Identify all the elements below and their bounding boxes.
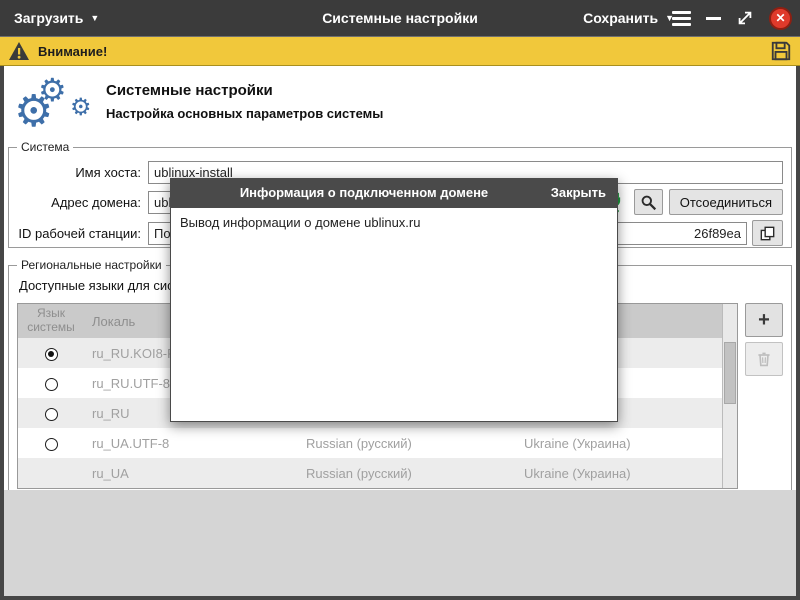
- language-cell: Russian (русский): [298, 428, 516, 458]
- table-side-buttons: +: [745, 303, 783, 376]
- copy-button[interactable]: [752, 220, 783, 246]
- regional-legend: Региональные настройки: [17, 258, 166, 272]
- table-row[interactable]: ru_UA Russian (русский) Ukraine (Украина…: [18, 458, 722, 488]
- station-id-value-end: 26f89ea: [694, 226, 741, 241]
- system-language-radio[interactable]: [45, 408, 58, 421]
- station-id-label: ID рабочей станции:: [17, 226, 141, 241]
- system-language-radio[interactable]: [45, 348, 58, 361]
- country-cell: Ukraine (Украина): [516, 458, 722, 488]
- load-menu-label: Загрузить: [14, 10, 83, 26]
- system-language-radio[interactable]: [45, 378, 58, 391]
- dialog-titlebar[interactable]: Информация о подключенном домене Закрыть: [170, 178, 618, 208]
- domain-label: Адрес домена:: [17, 195, 141, 210]
- warning-text: Внимание!: [38, 44, 107, 59]
- save-menu-button[interactable]: Сохранить ▼: [583, 0, 674, 36]
- header-system-language: Язык системы: [18, 304, 84, 338]
- page-subtitle: Настройка основных параметров системы: [106, 106, 383, 121]
- table-row[interactable]: ru_UA.UTF-8 Russian (русский) Ukraine (У…: [18, 428, 722, 458]
- save-disk-icon[interactable]: [770, 40, 792, 62]
- page-title: Системные настройки: [106, 82, 273, 99]
- search-icon: [640, 194, 657, 211]
- window-controls: ✕: [672, 0, 792, 36]
- expand-icon[interactable]: [736, 9, 754, 27]
- dialog-title: Информация о подключенном домене: [200, 178, 528, 208]
- add-locale-button[interactable]: +: [745, 303, 783, 337]
- delete-locale-button[interactable]: [745, 342, 783, 376]
- country-cell: Ukraine (Украина): [516, 428, 722, 458]
- app-window: Загрузить ▼ Системные настройки Сохранит…: [0, 0, 800, 600]
- dialog-close-button[interactable]: Закрыть: [551, 178, 606, 208]
- titlebar: Загрузить ▼ Системные настройки Сохранит…: [0, 0, 800, 36]
- save-menu-label: Сохранить: [583, 10, 658, 26]
- hostname-label: Имя хоста:: [17, 165, 141, 180]
- language-cell: Russian (русский): [298, 458, 516, 488]
- table-scrollbar[interactable]: [722, 304, 737, 488]
- system-legend: Система: [17, 140, 73, 154]
- copy-icon: [759, 225, 776, 242]
- locale-cell: ru_UA.UTF-8: [84, 428, 298, 458]
- dialog-body-text: Вывод информации о домене ublinux.ru: [180, 215, 420, 230]
- dialog-body: Вывод информации о домене ublinux.ru: [170, 208, 618, 422]
- load-menu-button[interactable]: Загрузить ▼: [14, 0, 99, 36]
- search-button[interactable]: [634, 189, 663, 215]
- scrollbar-thumb[interactable]: [724, 342, 736, 404]
- window-title: Системные настройки: [200, 0, 600, 36]
- warning-icon: [8, 40, 30, 62]
- close-icon[interactable]: ✕: [769, 7, 792, 30]
- system-language-radio[interactable]: [45, 438, 58, 451]
- domain-info-dialog: Информация о подключенном домене Закрыть…: [170, 178, 618, 422]
- disconnect-button[interactable]: Отсоединиться: [669, 189, 783, 215]
- window-bottom-area: [4, 490, 796, 596]
- trash-icon: [756, 351, 772, 367]
- gears-icon: ⚙⚙⚙: [14, 74, 102, 136]
- minimize-icon[interactable]: [706, 17, 721, 20]
- chevron-down-icon: ▼: [90, 14, 99, 23]
- menu-icon[interactable]: [672, 11, 691, 26]
- warning-bar: Внимание!: [0, 36, 800, 66]
- locale-cell: ru_UA: [84, 458, 298, 488]
